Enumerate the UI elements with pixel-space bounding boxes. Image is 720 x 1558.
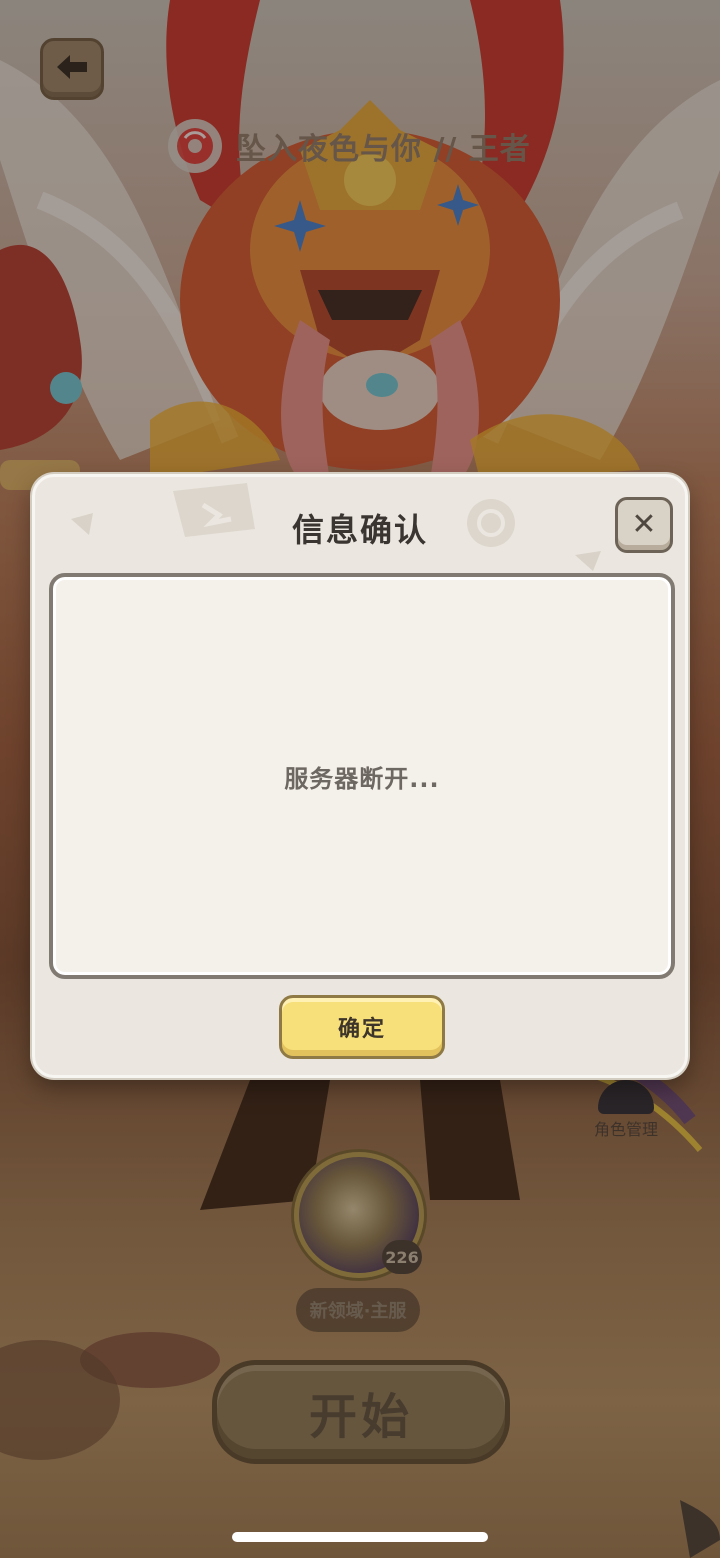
confirm-button[interactable]: 确定	[279, 995, 445, 1059]
dialog-title: 信息确认	[291, 511, 428, 549]
info-confirm-dialog: 信息确认 ✕ 服务器断开... 确定	[32, 474, 688, 1078]
close-button[interactable]: ✕	[615, 497, 673, 553]
dialog-message: 服务器断开...	[284, 764, 440, 793]
dialog-content-panel: 服务器断开...	[49, 573, 675, 979]
confirm-button-label: 确定	[337, 1017, 386, 1042]
close-icon: ✕	[631, 507, 657, 542]
home-indicator[interactable]	[232, 1532, 488, 1542]
